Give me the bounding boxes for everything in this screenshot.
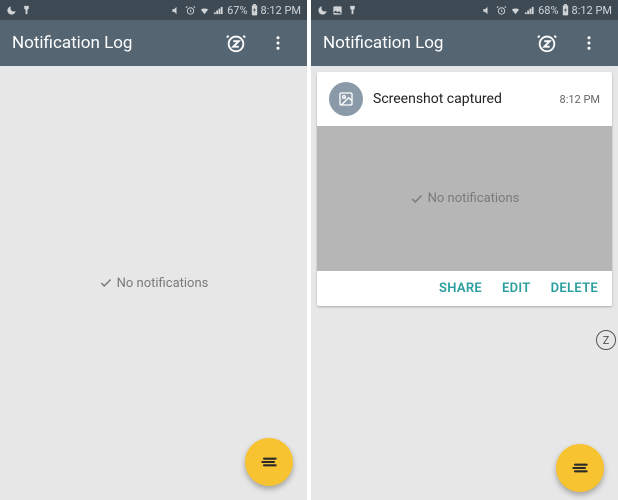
mute-icon [171,5,182,16]
fab-button[interactable] [245,438,293,486]
phone-left: 67% 8:12 PM Notification Log No notifica… [0,0,307,500]
battery-icon [562,4,569,16]
preview-empty-text: No notifications [428,191,520,206]
image-icon [338,91,354,107]
snooze-button[interactable] [219,26,253,60]
clock-text: 8:12 PM [572,4,612,17]
fab-button[interactable] [556,444,604,492]
mute-icon [482,5,493,16]
wifi-icon [199,5,210,16]
battery-percent: 68% [538,4,558,17]
notification-actions: SHARE EDIT DELETE [317,271,612,306]
battery-percent: 67% [227,4,247,17]
app-bar: Notification Log [311,20,618,66]
delete-button[interactable]: DELETE [551,281,598,296]
filter-icon [259,452,279,472]
content-area: Screenshot captured 8:12 PM No notificat… [311,72,618,500]
status-bar: 67% 8:12 PM [0,0,307,20]
image-notification-icon [332,5,343,16]
empty-state: No notifications [0,66,307,500]
edit-button[interactable]: EDIT [502,281,531,296]
empty-text: No notifications [117,276,209,291]
check-icon [410,192,424,206]
notification-app-icon [329,82,363,116]
snooze-icon [536,32,558,54]
clock-text: 8:12 PM [261,4,301,17]
phone-right: 68% 8:12 PM Notification Log [311,0,618,500]
alarm-icon [185,5,196,16]
app-title: Notification Log [12,33,211,53]
more-vert-icon [269,34,287,52]
app-title: Notification Log [323,33,522,53]
z-icon: Z [603,334,610,347]
notification-time: 8:12 PM [560,93,600,106]
share-button[interactable]: SHARE [439,281,482,296]
snooze-chip[interactable]: Z [596,330,616,350]
wifi-icon [510,5,521,16]
signal-icon [213,5,224,16]
moon-icon [6,5,17,16]
app-indicator-icon [347,5,358,16]
moon-icon [317,5,328,16]
snooze-button[interactable] [530,26,564,60]
check-icon [99,276,113,290]
snooze-icon [225,32,247,54]
signal-icon [524,5,535,16]
status-bar: 68% 8:12 PM [311,0,618,20]
more-vert-icon [580,34,598,52]
battery-icon [251,4,258,16]
overflow-menu-button[interactable] [261,26,295,60]
app-indicator-icon [21,5,32,16]
alarm-icon [496,5,507,16]
notification-card[interactable]: Screenshot captured 8:12 PM No notificat… [317,72,612,306]
notification-preview: No notifications [317,126,612,271]
notification-title: Screenshot captured [373,91,550,107]
overflow-menu-button[interactable] [572,26,606,60]
app-bar: Notification Log [0,20,307,66]
filter-icon [570,458,590,478]
content-area: No notifications [0,66,307,500]
notification-header: Screenshot captured 8:12 PM [317,72,612,126]
